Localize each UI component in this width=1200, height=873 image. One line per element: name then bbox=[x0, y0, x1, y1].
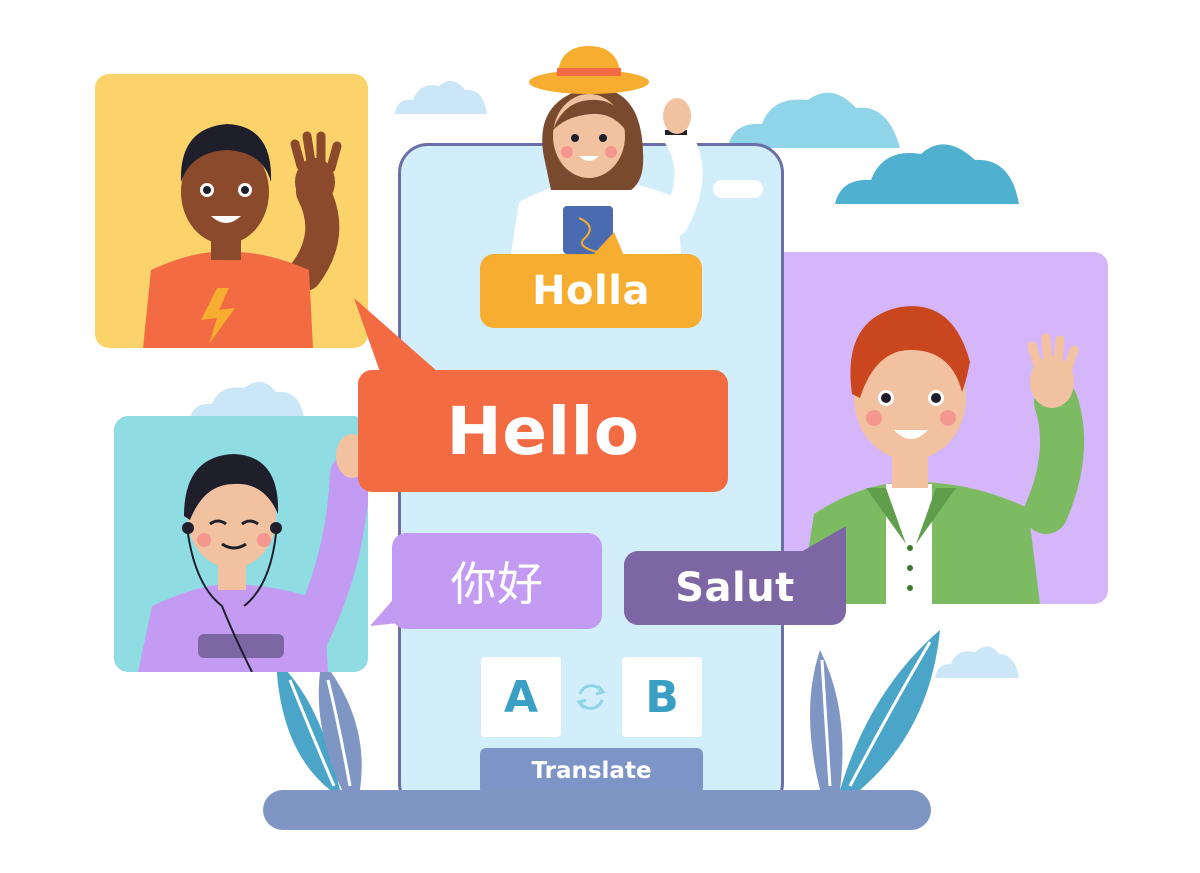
video-tile-user-1[interactable] bbox=[95, 74, 368, 348]
source-language-box[interactable]: A bbox=[481, 657, 561, 737]
cloud-icon bbox=[190, 381, 304, 418]
video-tile-user-2[interactable] bbox=[114, 416, 368, 672]
cloud-icon bbox=[835, 144, 1019, 204]
cloud-icon bbox=[395, 80, 487, 114]
avatar-woman bbox=[511, 46, 703, 254]
illustration-stage: Holla Hello 你好 Salut A B Translate bbox=[0, 0, 1200, 873]
message-bubble-hello: Hello bbox=[358, 370, 728, 492]
leaf-icon bbox=[810, 630, 940, 790]
message-bubble-holla: Holla bbox=[480, 254, 702, 328]
hat-icon bbox=[529, 46, 649, 94]
message-bubble-nihao: 你好 bbox=[392, 533, 602, 629]
swap-icon[interactable] bbox=[574, 680, 608, 714]
avatar bbox=[138, 434, 368, 672]
translate-button[interactable]: Translate bbox=[480, 748, 703, 794]
phone-speaker bbox=[713, 180, 763, 198]
avatar bbox=[143, 124, 342, 348]
target-language-box[interactable]: B bbox=[622, 657, 702, 737]
message-bubble-salut: Salut bbox=[624, 551, 846, 625]
ground-base bbox=[263, 790, 931, 830]
cloud-icon bbox=[935, 646, 1019, 678]
